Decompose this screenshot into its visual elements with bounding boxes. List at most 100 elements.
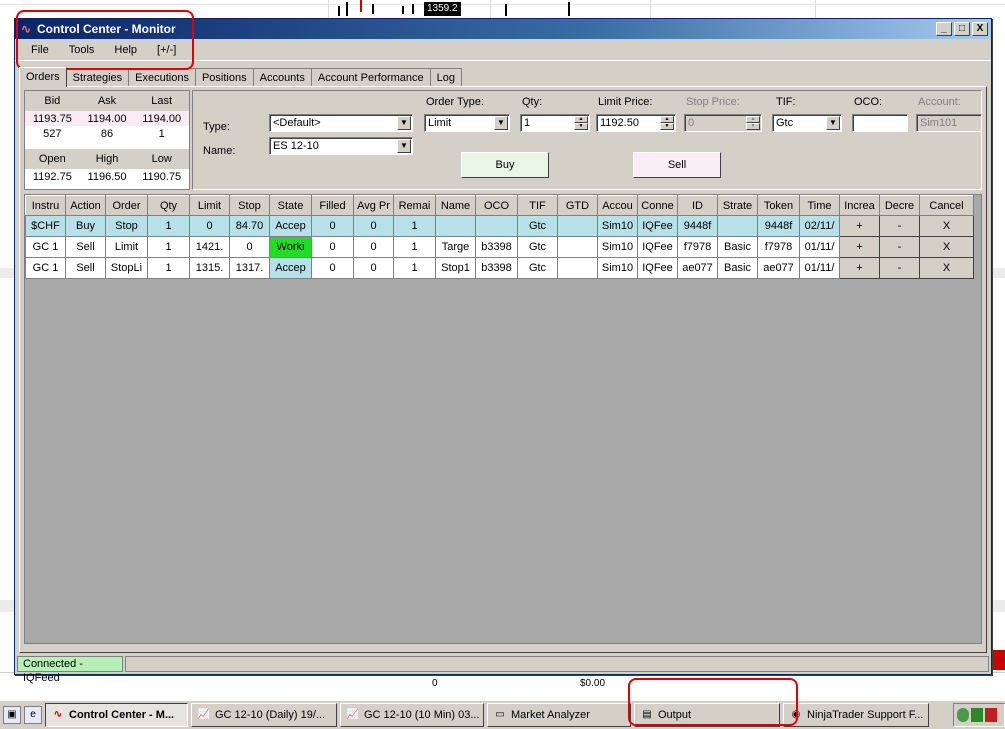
column-header[interactable]: ID [677,195,718,216]
cell-time: 01/11/ [799,236,840,258]
window-titlebar[interactable]: ∿ Control Center - Monitor _ □ X [15,19,991,39]
increase-button[interactable]: + [839,257,880,279]
column-header[interactable]: TIF [517,195,558,216]
column-header[interactable]: Accou [597,195,638,216]
account-label: Account: [918,96,961,108]
maximize-button[interactable]: □ [954,22,970,36]
instrument-select[interactable]: ES 12-10 ▼ [269,137,413,155]
oco-input[interactable] [852,114,908,132]
cell-conne: IQFee [637,215,678,237]
increase-button[interactable]: + [839,236,880,258]
decrease-button[interactable]: - [879,257,920,279]
window-icon: ▭ [495,709,505,720]
quote-open: 1192.75 [32,170,72,183]
tab-account-performance[interactable]: Account Performance [310,68,431,87]
column-header[interactable]: Remai [393,195,436,216]
column-header[interactable]: Action [65,195,106,216]
show-desktop-icon[interactable]: ▣ [3,706,21,724]
buy-button[interactable]: Buy [461,152,549,178]
column-header[interactable]: Instru [25,195,66,216]
taskbar-item-gc-10min[interactable]: 📈 GC 12-10 (10 Min) 03... [340,703,484,727]
column-header[interactable]: Name [435,195,476,216]
account-select: Sim101 [916,114,982,132]
menu-tools[interactable]: Tools [59,42,105,58]
cell-strate: Basic [717,236,758,258]
tray-network-icon[interactable] [957,708,969,722]
browser-quicklaunch-icon[interactable]: e [24,706,42,724]
cell-filled: 0 [311,257,354,279]
system-tray [953,703,1005,727]
tab-log[interactable]: Log [429,68,462,87]
tif-select[interactable]: Gtc ▼ [772,114,842,132]
cell-tif: Gtc [517,236,558,258]
tab-executions[interactable]: Executions [128,68,196,87]
tab-accounts[interactable]: Accounts [252,68,312,87]
column-header[interactable]: Qty [147,195,190,216]
menu-file[interactable]: File [19,42,59,58]
taskbar-item-ninjatrader-support[interactable]: ◉ NinjaTrader Support F... [783,703,929,727]
cell-gtd [557,236,598,258]
cell-avgpr: 0 [353,257,394,279]
column-header[interactable]: Decre [879,195,920,216]
column-header[interactable]: Avg Pr [353,195,394,216]
table-row[interactable]: $CHF Buy Stop 1 0 84.70 Accep 0 0 1 Gtc Sim10 IQFee 9… [25,215,974,237]
column-header[interactable]: Order [105,195,148,216]
table-row[interactable]: GC 1 Sell Limit 1 1421. 0 Worki 0 0 1 Targe b3398 Gt… [25,236,974,258]
cancel-button[interactable]: X [919,257,974,279]
orders-table: Instru Action Order Qty Limit Stop State Filled… [25,195,974,279]
column-header[interactable]: Stop [229,195,270,216]
table-row[interactable]: GC 1 Sell StopLi 1 1315. 1317. Accep 0 0 1 Stop1 b3… [25,257,974,279]
ninjatrader-icon: ∿ [20,22,32,36]
column-header[interactable]: Filled [311,195,354,216]
column-header[interactable]: Cancel [919,195,974,216]
cell-stop: 84.70 [229,215,270,237]
increase-button[interactable]: + [839,215,880,237]
name-label: Name: [203,145,236,157]
background-footer-amount: $0.00 [580,678,606,689]
cell-token: ae077 [757,257,800,279]
quote-header-last: Last [151,95,173,107]
cancel-button[interactable]: X [919,215,974,237]
menu-bar: File Tools Help [+/-] [15,39,991,61]
tab-orders[interactable]: Orders [19,67,67,87]
spinner-icon[interactable]: ▲ ▼ [574,116,588,130]
column-header[interactable]: Token [757,195,800,216]
type-select[interactable]: <Default> ▼ [269,114,413,132]
taskbar-item-gc-daily[interactable]: 📈 GC 12-10 (Daily) 19/... [191,703,337,727]
window-title: Control Center - Monitor [37,22,176,36]
tray-alert-icon[interactable] [985,708,997,722]
tray-status-icon[interactable] [971,708,983,722]
background-price-tag: 1359.2 [424,2,461,16]
order-type-select[interactable]: Limit ▼ [424,114,510,132]
column-header[interactable]: State [269,195,312,216]
column-header[interactable]: Limit [189,195,230,216]
column-header[interactable]: Strate [717,195,758,216]
spinner-icon[interactable]: ▲ ▼ [660,116,674,130]
cell-order: Stop [105,215,148,237]
menu-toggle-expand[interactable]: [+/-] [147,42,186,58]
taskbar-item-market-analyzer[interactable]: ▭ Market Analyzer [487,703,631,727]
minimize-button[interactable]: _ [936,22,952,36]
qty-stepper[interactable]: 1 ▲ ▼ [520,114,590,132]
cell-oco: b3398 [475,236,518,258]
column-header[interactable]: GTD [557,195,598,216]
taskbar-item-output[interactable]: ▤ Output [634,703,780,727]
tab-strategies[interactable]: Strategies [65,68,130,87]
tab-positions[interactable]: Positions [194,68,254,87]
menu-help[interactable]: Help [104,42,147,58]
column-header[interactable]: Conne [637,195,678,216]
decrease-button[interactable]: - [879,215,920,237]
column-header[interactable]: Increa [839,195,880,216]
limit-price-stepper[interactable]: 1192.50 ▲ ▼ [596,114,676,132]
close-button[interactable]: X [972,22,988,36]
account-value: Sim101 [920,117,958,129]
column-header[interactable]: OCO [475,195,518,216]
stop-price-stepper: 0 ▲ ▼ [684,114,762,132]
quote-ask-price: 1194.00 [87,112,127,125]
taskbar-item-control-center[interactable]: ∿ Control Center - M... [45,703,188,727]
decrease-button[interactable]: - [879,236,920,258]
cancel-button[interactable]: X [919,236,974,258]
sell-button[interactable]: Sell [633,152,721,178]
column-header[interactable]: Time [799,195,840,216]
cell-token: f7978 [757,236,800,258]
